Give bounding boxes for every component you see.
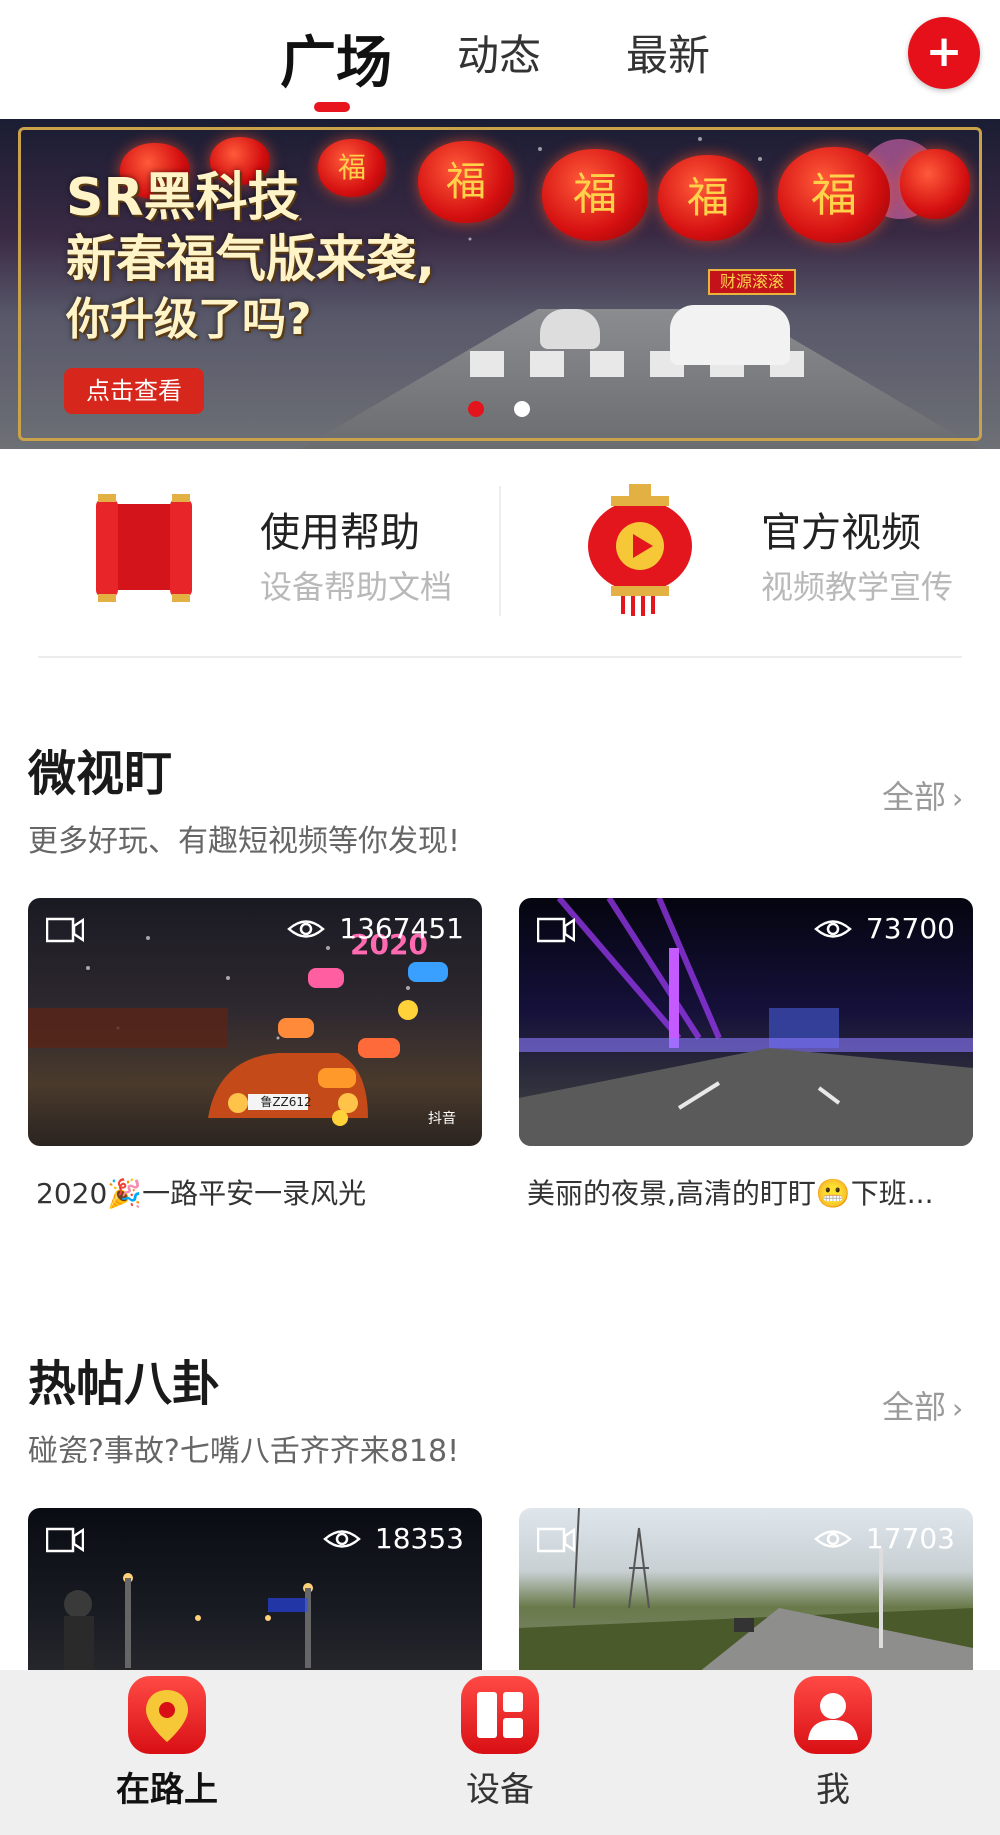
location-pin-icon — [128, 1676, 206, 1754]
video-camera-icon — [46, 1527, 84, 1553]
banner-frame — [18, 127, 982, 441]
official-video-subtitle: 视频教学宣传 — [761, 568, 954, 606]
eye-icon — [814, 919, 852, 938]
section-subtitle-hot-posts: 碰瓷?事故?七嘴八舌齐齐来818! — [28, 1434, 460, 1469]
view-count: 17703 — [814, 1522, 955, 1555]
video-caption[interactable]: 美丽的夜景,高清的盯盯😬下班... — [527, 1172, 947, 1212]
help-entry-title: 使用帮助 — [260, 510, 420, 556]
chevron-right-icon: › — [952, 1392, 964, 1425]
tab-latest[interactable]: 最新 — [626, 22, 710, 83]
section-more-link[interactable]: 全部 › — [882, 772, 963, 818]
section-subtitle-short-video: 更多好玩、有趣短视频等你发现! — [28, 824, 461, 859]
nav-label: 设备 — [466, 1770, 534, 1810]
video-card[interactable]: 2020 鲁ZZ612 抖音 1367451 — [28, 898, 482, 1146]
video-card[interactable]: 17703 — [519, 1508, 973, 1688]
nav-item-device[interactable]: 设备 — [440, 1676, 560, 1811]
bottom-navigation: 在路上 设备 我 — [0, 1670, 1000, 1835]
more-label: 全部 — [882, 778, 947, 816]
more-label: 全部 — [882, 1388, 947, 1426]
section-title-short-video: 微视盯 — [28, 746, 173, 802]
nav-item-me[interactable]: 我 — [773, 1676, 893, 1811]
chevron-right-icon: › — [952, 782, 964, 815]
nav-label: 我 — [816, 1770, 850, 1810]
view-count-value: 18353 — [374, 1522, 464, 1555]
video-camera-icon — [46, 917, 84, 943]
view-count-value: 17703 — [865, 1522, 955, 1555]
eye-icon — [287, 919, 326, 938]
eye-icon — [323, 1529, 361, 1548]
section-more-link[interactable]: 全部 › — [882, 1382, 963, 1428]
video-camera-icon — [537, 917, 575, 943]
top-tab-bar: 广场 动态 最新 + — [0, 0, 1000, 119]
eye-icon — [814, 1529, 852, 1548]
section-divider — [38, 656, 962, 658]
video-caption[interactable]: 2020🎉一路平安一录风光 — [36, 1172, 456, 1212]
user-icon — [794, 1676, 872, 1754]
official-video-title: 官方视频 — [761, 510, 921, 556]
official-video-entry[interactable]: 官方视频 视频教学宣传 — [501, 470, 1000, 620]
view-count-value: 1367451 — [339, 912, 464, 945]
help-entry-subtitle: 设备帮助文档 — [260, 568, 453, 606]
view-count: 1367451 — [287, 912, 464, 945]
douyin-watermark: 抖音 — [428, 1111, 456, 1127]
video-camera-icon — [537, 1527, 575, 1553]
nav-label: 在路上 — [116, 1770, 218, 1810]
plus-icon: + — [925, 26, 963, 77]
view-count: 18353 — [323, 1522, 464, 1555]
video-card[interactable]: 18353 — [28, 1508, 482, 1688]
video-card[interactable]: 73700 — [519, 898, 973, 1146]
device-grid-icon — [461, 1676, 539, 1754]
active-tab-indicator — [314, 102, 350, 112]
nav-item-on-road[interactable]: 在路上 — [107, 1676, 227, 1811]
section-title-hot-posts: 热帖八卦 — [28, 1356, 221, 1412]
license-plate: 鲁ZZ612 — [260, 1095, 312, 1109]
view-count: 73700 — [814, 912, 955, 945]
tab-moments[interactable]: 动态 — [457, 22, 541, 83]
scroll-icon — [96, 494, 192, 602]
add-post-button[interactable]: + — [908, 17, 980, 89]
view-count-value: 73700 — [865, 912, 955, 945]
promo-banner[interactable]: 福 福 福 福 福 财源滚滚 SR黑科技 新春福气版来袭, 你升级了吗? 点击查… — [0, 119, 1000, 449]
tab-square[interactable]: 广场 — [280, 18, 392, 99]
lantern-play-icon — [588, 484, 692, 616]
help-entry[interactable]: 使用帮助 设备帮助文档 — [0, 470, 499, 620]
